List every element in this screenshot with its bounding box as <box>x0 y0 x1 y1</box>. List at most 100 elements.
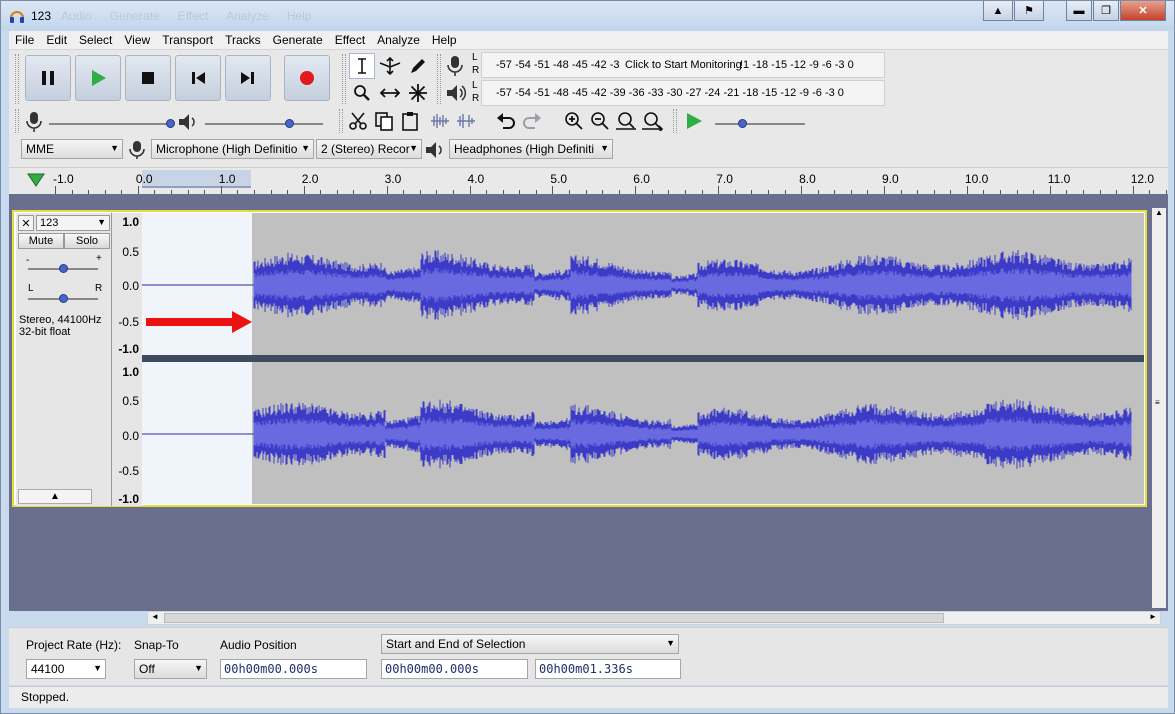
waveform-left-channel[interactable] <box>142 213 1144 355</box>
multi-tool-icon <box>409 84 427 102</box>
collapse-track-button[interactable]: ▲ <box>18 489 92 504</box>
scroll-right-icon[interactable]: ► <box>1146 612 1160 624</box>
toolbar-grip[interactable] <box>15 54 19 104</box>
ruler-tick <box>137 186 139 194</box>
horizontal-scrollbar[interactable]: ◄ ► <box>147 611 1161 625</box>
timeshift-tool-button[interactable] <box>377 80 403 106</box>
silence-icon <box>457 114 475 128</box>
play-speed-slider[interactable] <box>715 123 805 125</box>
track-control-panel: ✕ 123 ▼ Mute Solo - + L R Stereo, 44100Hz… <box>16 213 112 506</box>
menu-file[interactable]: File <box>9 31 40 47</box>
pan-thumb[interactable] <box>59 294 68 303</box>
playback-volume-thumb[interactable] <box>285 119 294 128</box>
toolbar-grip[interactable] <box>342 54 346 104</box>
menu-help[interactable]: Help <box>426 31 463 47</box>
audio-host-select[interactable]: MME ▼ <box>21 139 123 159</box>
silence-audio-button[interactable] <box>453 108 479 134</box>
window-pin-button[interactable]: ⚑ <box>1014 1 1044 21</box>
toolbar-grip[interactable] <box>673 109 677 133</box>
audio-track[interactable]: ✕ 123 ▼ Mute Solo - + L R Stereo, 44100Hz… <box>12 210 1147 507</box>
zoom-tool-button[interactable] <box>349 80 375 106</box>
zoom-out-button[interactable] <box>587 108 613 134</box>
project-rate-select[interactable]: 44100 ▼ <box>26 659 106 679</box>
selection-end-field[interactable]: 00h00m01.336s <box>535 659 681 679</box>
play-speed-thumb[interactable] <box>738 119 747 128</box>
multi-tool-button[interactable] <box>405 80 431 106</box>
record-meter-mic-icon[interactable] <box>445 55 465 77</box>
menu-transport[interactable]: Transport <box>156 31 219 47</box>
stop-button[interactable] <box>125 55 171 101</box>
cut-button[interactable] <box>345 108 371 134</box>
scroll-up-icon[interactable]: ▲ <box>1152 208 1166 222</box>
project-rate-label: Project Rate (Hz): <box>26 638 122 652</box>
menu-select[interactable]: Select <box>73 31 118 47</box>
track-menu-button[interactable]: 123 ▼ <box>36 215 110 231</box>
toolbar-grip[interactable] <box>15 109 19 133</box>
mute-button[interactable]: Mute <box>18 233 64 249</box>
playback-meter[interactable]: -57 -54 -51 -48 -45 -42 -39 -36 -33 -30 … <box>481 80 885 106</box>
selection-mode-select[interactable]: Start and End of Selection ▼ <box>381 634 679 654</box>
skip-start-button[interactable] <box>175 55 221 101</box>
record-button[interactable] <box>284 55 330 101</box>
zoom-in-button[interactable] <box>561 108 587 134</box>
playback-device-select[interactable]: Headphones (High Definiti ▼ <box>449 139 613 159</box>
recording-channels-select[interactable]: 2 (Stereo) Recor ▼ <box>316 139 422 159</box>
timeline-ruler[interactable]: -1.0 0.0 1.0 2.0 3.0 4.0 5.0 6.0 7.0 8.0 9.0 10.0 11… <box>9 167 1168 194</box>
envelope-tool-button[interactable] <box>377 53 403 79</box>
fit-project-button[interactable] <box>639 108 665 134</box>
zoom-in-icon <box>565 112 583 130</box>
menu-view[interactable]: View <box>118 31 156 47</box>
copy-button[interactable] <box>371 108 397 134</box>
pause-button[interactable] <box>25 55 71 101</box>
skip-end-button[interactable] <box>225 55 271 101</box>
trim-audio-button[interactable] <box>427 108 453 134</box>
play-button[interactable] <box>75 55 121 101</box>
undo-button[interactable] <box>493 108 519 134</box>
selection-tool-button[interactable] <box>349 53 375 79</box>
ruler-tick-label: 4.0 <box>467 172 485 186</box>
selection-start-field[interactable]: 00h00m00.000s <box>381 659 528 679</box>
menu-edit[interactable]: Edit <box>40 31 73 47</box>
solo-button[interactable]: Solo <box>64 233 110 249</box>
record-meter[interactable]: -57 -54 -51 -48 -45 -42 -3 Click to Star… <box>481 52 885 78</box>
scroll-left-icon[interactable]: ◄ <box>148 612 162 624</box>
close-button[interactable]: ✕ <box>1120 1 1166 21</box>
window-help-button[interactable]: ▲ <box>983 1 1013 21</box>
menu-generate[interactable]: Generate <box>267 31 329 47</box>
toolbar-grip[interactable] <box>437 54 441 104</box>
toolbar-grip[interactable] <box>339 109 343 133</box>
track-close-button[interactable]: ✕ <box>18 215 34 231</box>
playback-meter-speaker-icon[interactable] <box>445 82 467 104</box>
recording-device-select[interactable]: Microphone (High Definitio ▼ <box>151 139 314 159</box>
red-arrow-annotation <box>146 311 252 333</box>
ruler-tick <box>801 186 803 194</box>
snap-to-select[interactable]: Off ▼ <box>134 659 207 679</box>
redo-button[interactable] <box>519 108 545 134</box>
play-at-speed-icon[interactable] <box>685 112 703 130</box>
audio-position-field[interactable]: 00h00m00.000s <box>220 659 367 679</box>
copy-icon <box>375 112 393 131</box>
fit-selection-button[interactable] <box>613 108 639 134</box>
horizontal-scroll-thumb[interactable] <box>164 613 944 623</box>
playback-device-speaker-icon <box>426 142 442 158</box>
recording-volume-thumb[interactable] <box>166 119 175 128</box>
restore-button[interactable]: ❐ <box>1093 1 1119 21</box>
minimize-button[interactable]: ▬ <box>1066 1 1092 21</box>
recording-volume-slider[interactable] <box>49 123 171 125</box>
paste-button[interactable] <box>397 108 423 134</box>
redo-icon <box>523 113 541 129</box>
gain-minus-label: - <box>26 255 30 266</box>
pin-play-head-icon[interactable] <box>27 171 45 189</box>
red-arrow-shaft <box>146 318 234 326</box>
waveform-right-channel[interactable] <box>142 362 1144 504</box>
start-monitoring-text[interactable]: Click to Start Monitoring <box>625 59 742 71</box>
menu-effect[interactable]: Effect <box>329 31 371 47</box>
menu-analyze[interactable]: Analyze <box>371 31 426 47</box>
vertical-scrollbar[interactable]: ▲ ≡ <box>1152 208 1166 608</box>
menu-tracks[interactable]: Tracks <box>219 31 267 47</box>
ruler-tick-label: 5.0 <box>550 172 568 186</box>
draw-tool-button[interactable] <box>405 53 431 79</box>
playback-volume-slider[interactable] <box>205 123 323 125</box>
gain-thumb[interactable] <box>59 264 68 273</box>
ruler-tick <box>1132 186 1134 194</box>
